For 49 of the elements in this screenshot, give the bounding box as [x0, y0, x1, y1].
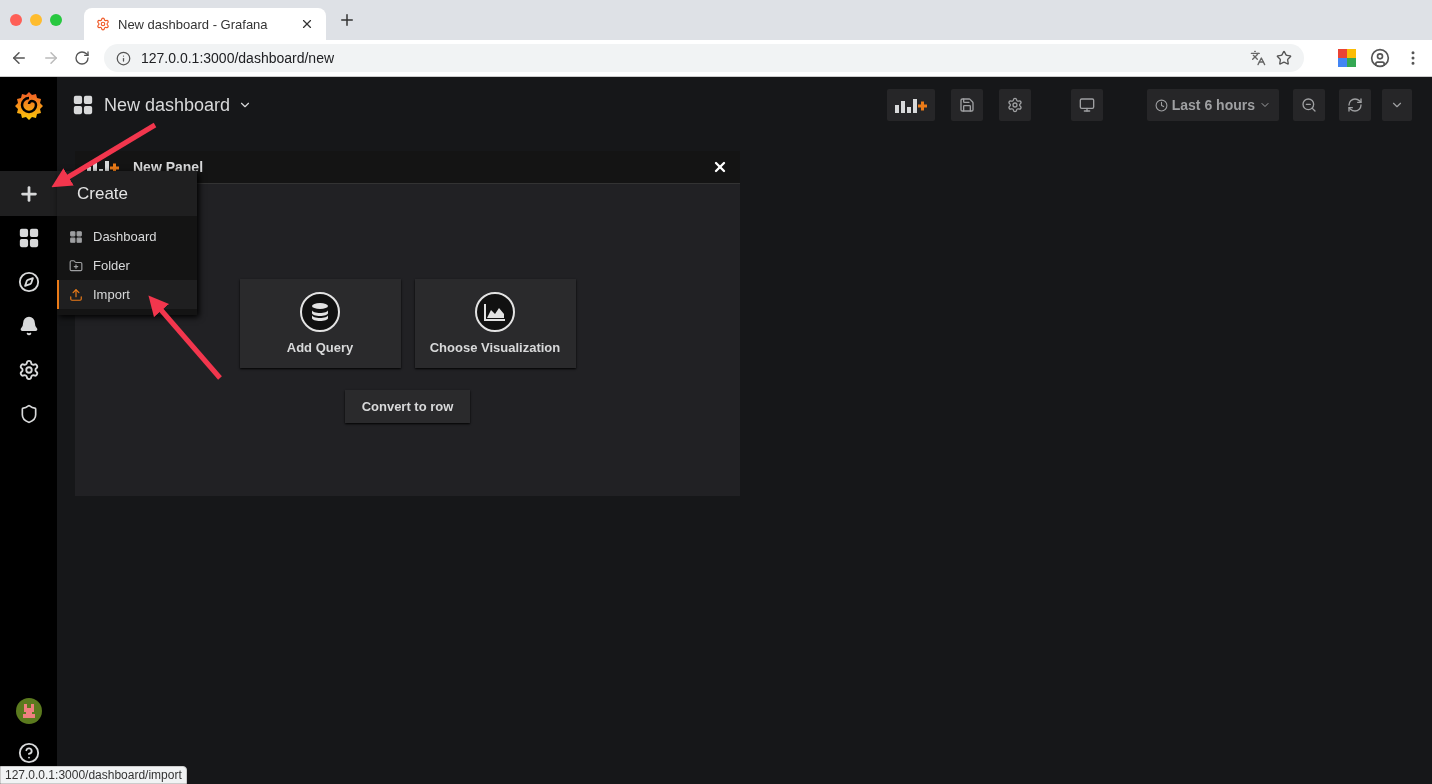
- grid-icon: [17, 227, 40, 249]
- sidebar-item[interactable]: [0, 171, 57, 216]
- tab-title: New dashboard - Grafana: [118, 16, 269, 32]
- browser-tab[interactable]: New dashboard - Grafana: [84, 8, 326, 40]
- new-tab-icon[interactable]: [338, 11, 356, 29]
- status-url: 127.0.0.1:3000/dashboard/import: [0, 766, 187, 784]
- refresh-icon: [1347, 97, 1363, 113]
- monitor-icon: [1078, 97, 1095, 113]
- grid-plus-icon: [69, 229, 83, 244]
- upload-icon: [69, 287, 83, 302]
- menu-item[interactable]: Folder: [57, 251, 197, 280]
- menu-title: Create: [57, 171, 197, 216]
- monitor-button[interactable]: [1070, 89, 1103, 121]
- bell-icon: [18, 316, 39, 336]
- folder-plus-icon: [69, 258, 83, 273]
- url-text: 127.0.0.1:3000/dashboard/new: [141, 50, 336, 66]
- star-icon[interactable]: [1276, 50, 1292, 66]
- settings-icon: [17, 359, 40, 381]
- menu-item[interactable]: Import: [57, 280, 197, 309]
- close-icon[interactable]: [300, 17, 314, 31]
- panel-action-button[interactable]: Add Query: [239, 279, 401, 368]
- area-chart-icon: [475, 292, 515, 332]
- time-range-picker[interactable]: Last 6 hours: [1146, 89, 1279, 121]
- profile-icon[interactable]: [1370, 48, 1390, 68]
- refresh-button[interactable]: [1339, 89, 1371, 121]
- chart-plus-icon: [894, 97, 927, 113]
- zoom-out-icon: [1301, 97, 1317, 113]
- convert-to-row-button[interactable]: Convert to row: [344, 390, 471, 423]
- clock-icon: [1154, 98, 1168, 112]
- add-panel-button[interactable]: [886, 89, 935, 121]
- zoom-out-button[interactable]: [1293, 89, 1325, 121]
- back-icon[interactable]: [10, 49, 28, 67]
- info-icon: [116, 50, 131, 66]
- settings-button[interactable]: [998, 89, 1031, 121]
- settings-icon: [1006, 97, 1023, 113]
- database-icon: [300, 292, 340, 332]
- menu-item[interactable]: Dashboard: [57, 222, 197, 251]
- help-icon[interactable]: [17, 742, 40, 764]
- close-icon[interactable]: [712, 159, 728, 175]
- save-icon: [958, 97, 975, 113]
- panel-action-button[interactable]: Choose Visualization: [414, 279, 576, 368]
- address-bar[interactable]: 127.0.0.1:3000/dashboard/new: [104, 44, 1304, 72]
- compass-icon: [17, 271, 40, 293]
- reload-icon[interactable]: [74, 50, 90, 66]
- save-button[interactable]: [950, 89, 983, 121]
- grid-icon: [72, 94, 94, 116]
- translate-icon[interactable]: [1250, 50, 1266, 66]
- avatar-icon[interactable]: [15, 698, 42, 724]
- dashboard-title-dropdown[interactable]: New dashboard: [104, 94, 253, 116]
